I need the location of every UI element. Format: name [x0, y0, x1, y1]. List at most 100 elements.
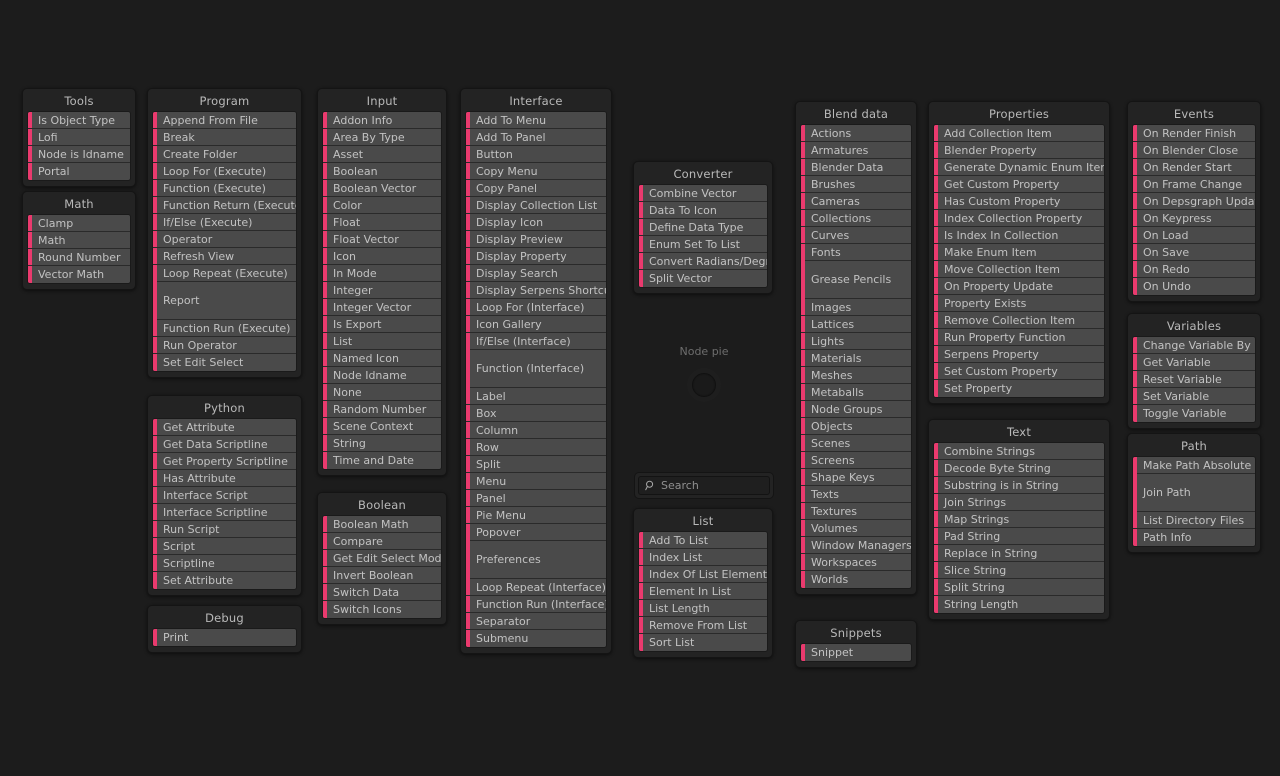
- node-item[interactable]: Icon: [323, 248, 441, 265]
- node-item[interactable]: Is Index In Collection: [934, 227, 1104, 244]
- node-item[interactable]: Decode Byte String: [934, 460, 1104, 477]
- node-item[interactable]: Change Variable By: [1133, 337, 1255, 354]
- node-item[interactable]: Combine Strings: [934, 443, 1104, 460]
- node-pie-ring[interactable]: [687, 368, 721, 402]
- node-item[interactable]: Run Operator: [153, 337, 296, 354]
- node-item[interactable]: Node Groups: [801, 401, 911, 418]
- node-item[interactable]: Copy Menu: [466, 163, 606, 180]
- node-item[interactable]: List Directory Files: [1133, 512, 1255, 529]
- node-item[interactable]: Is Export: [323, 316, 441, 333]
- node-item[interactable]: Get Variable: [1133, 354, 1255, 371]
- node-item[interactable]: Row: [466, 439, 606, 456]
- node-item[interactable]: Display Collection List: [466, 197, 606, 214]
- node-item[interactable]: On Frame Change: [1133, 176, 1255, 193]
- node-item[interactable]: Button: [466, 146, 606, 163]
- node-item[interactable]: Integer Vector: [323, 299, 441, 316]
- node-item[interactable]: Substring is in String: [934, 477, 1104, 494]
- node-item[interactable]: Blender Data: [801, 159, 911, 176]
- node-item[interactable]: Sort List: [639, 634, 767, 651]
- node-item[interactable]: Refresh View: [153, 248, 296, 265]
- node-item[interactable]: Scenes: [801, 435, 911, 452]
- node-item[interactable]: Slice String: [934, 562, 1104, 579]
- node-item[interactable]: None: [323, 384, 441, 401]
- node-item[interactable]: Append From File: [153, 112, 296, 129]
- node-item[interactable]: Copy Panel: [466, 180, 606, 197]
- node-item[interactable]: Float: [323, 214, 441, 231]
- node-item[interactable]: Is Object Type: [28, 112, 130, 129]
- node-item[interactable]: Get Attribute: [153, 419, 296, 436]
- node-item[interactable]: Switch Icons: [323, 601, 441, 618]
- node-item[interactable]: Set Edit Select: [153, 354, 296, 371]
- node-item[interactable]: Index Of List Element: [639, 566, 767, 583]
- node-item[interactable]: Scriptline: [153, 555, 296, 572]
- node-item[interactable]: Menu: [466, 473, 606, 490]
- node-item[interactable]: Display Serpens Shortcut: [466, 282, 606, 299]
- node-item[interactable]: Get Property Scriptline: [153, 453, 296, 470]
- node-item[interactable]: Print: [153, 629, 296, 646]
- node-item[interactable]: Lofi: [28, 129, 130, 146]
- node-item[interactable]: Scene Context: [323, 418, 441, 435]
- node-item[interactable]: Create Folder: [153, 146, 296, 163]
- node-item[interactable]: Set Variable: [1133, 388, 1255, 405]
- node-item[interactable]: Compare: [323, 533, 441, 550]
- node-item[interactable]: Convert Radians/Degrees: [639, 253, 767, 270]
- node-item[interactable]: Loop For (Execute): [153, 163, 296, 180]
- node-item[interactable]: Map Strings: [934, 511, 1104, 528]
- node-item[interactable]: Texts: [801, 486, 911, 503]
- node-item[interactable]: Volumes: [801, 520, 911, 537]
- node-item[interactable]: Color: [323, 197, 441, 214]
- node-item[interactable]: Screens: [801, 452, 911, 469]
- node-item[interactable]: Function Return (Execute): [153, 197, 296, 214]
- node-item[interactable]: Lattices: [801, 316, 911, 333]
- node-item[interactable]: Shape Keys: [801, 469, 911, 486]
- node-item[interactable]: Collections: [801, 210, 911, 227]
- node-item[interactable]: Loop Repeat (Interface): [466, 579, 606, 596]
- node-item[interactable]: Vector Math: [28, 266, 130, 283]
- node-item[interactable]: On Depsgraph Update: [1133, 193, 1255, 210]
- node-item[interactable]: Display Property: [466, 248, 606, 265]
- node-item[interactable]: Icon Gallery: [466, 316, 606, 333]
- node-item[interactable]: Replace in String: [934, 545, 1104, 562]
- node-item[interactable]: In Mode: [323, 265, 441, 282]
- node-item[interactable]: Display Search: [466, 265, 606, 282]
- node-item[interactable]: Loop Repeat (Execute): [153, 265, 296, 282]
- node-item[interactable]: Remove From List: [639, 617, 767, 634]
- node-item[interactable]: Set Attribute: [153, 572, 296, 589]
- node-item[interactable]: Path Info: [1133, 529, 1255, 546]
- node-item[interactable]: Get Data Scriptline: [153, 436, 296, 453]
- node-item[interactable]: On Undo: [1133, 278, 1255, 295]
- node-item[interactable]: Float Vector: [323, 231, 441, 248]
- node-item[interactable]: Make Path Absolute: [1133, 457, 1255, 474]
- node-item[interactable]: Break: [153, 129, 296, 146]
- node-item[interactable]: Worlds: [801, 571, 911, 588]
- node-item[interactable]: Serpens Property: [934, 346, 1104, 363]
- node-item[interactable]: Integer: [323, 282, 441, 299]
- node-item[interactable]: Area By Type: [323, 129, 441, 146]
- node-item[interactable]: Preferences: [466, 540, 606, 579]
- node-item[interactable]: Index Collection Property: [934, 210, 1104, 227]
- node-item[interactable]: Interface Script: [153, 487, 296, 504]
- node-item[interactable]: If/Else (Interface): [466, 333, 606, 350]
- node-item[interactable]: Display Preview: [466, 231, 606, 248]
- node-item[interactable]: Objects: [801, 418, 911, 435]
- node-item[interactable]: Brushes: [801, 176, 911, 193]
- node-item[interactable]: On Property Update: [934, 278, 1104, 295]
- node-item[interactable]: Set Property: [934, 380, 1104, 397]
- node-item[interactable]: Popover: [466, 524, 606, 541]
- node-item[interactable]: Workspaces: [801, 554, 911, 571]
- node-item[interactable]: Asset: [323, 146, 441, 163]
- node-item[interactable]: Join Path: [1133, 473, 1255, 512]
- node-item[interactable]: Add To Panel: [466, 129, 606, 146]
- node-item[interactable]: Element In List: [639, 583, 767, 600]
- node-item[interactable]: Get Edit Select Mode: [323, 550, 441, 567]
- node-item[interactable]: Reset Variable: [1133, 371, 1255, 388]
- node-item[interactable]: Move Collection Item: [934, 261, 1104, 278]
- node-item[interactable]: Index List: [639, 549, 767, 566]
- node-item[interactable]: Named Icon: [323, 350, 441, 367]
- node-item[interactable]: Operator: [153, 231, 296, 248]
- node-item[interactable]: Clamp: [28, 215, 130, 232]
- node-item[interactable]: Enum Set To List: [639, 236, 767, 253]
- node-item[interactable]: Addon Info: [323, 112, 441, 129]
- node-item[interactable]: Math: [28, 232, 130, 249]
- node-item[interactable]: Split Vector: [639, 270, 767, 287]
